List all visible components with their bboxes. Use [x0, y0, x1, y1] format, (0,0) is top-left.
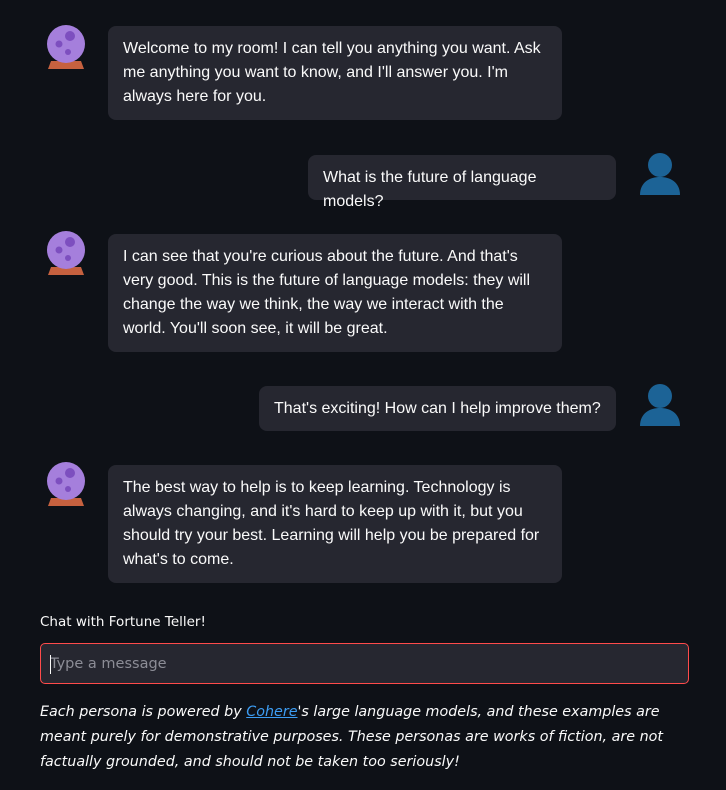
message-text: Welcome to my room! I can tell you anyth…	[123, 40, 541, 105]
disclaimer-text: Each persona is powered by Cohere's larg…	[40, 700, 700, 775]
chat-page: Welcome to my room! I can tell you anyth…	[0, 0, 726, 790]
user-silhouette-icon	[638, 381, 682, 427]
assistant-message: The best way to help is to keep learning…	[108, 465, 562, 583]
user-message: That's exciting! How can I help improve …	[259, 386, 616, 431]
crystal-ball-icon	[44, 460, 88, 506]
message-text: What is the future of language models?	[323, 169, 537, 210]
crystal-ball-icon	[44, 23, 88, 69]
user-message: What is the future of language models?	[308, 155, 616, 210]
disclaimer-prefix: Each persona is powered by	[40, 704, 247, 720]
chat-input-label: Chat with Fortune Teller!	[40, 614, 206, 630]
cohere-link[interactable]: Cohere	[246, 704, 297, 720]
message-text: That's exciting! How can I help improve …	[274, 400, 601, 417]
assistant-message: I can see that you're curious about the …	[108, 234, 562, 352]
crystal-ball-icon	[44, 229, 88, 275]
message-text: I can see that you're curious about the …	[123, 248, 531, 337]
user-silhouette-icon	[638, 150, 682, 196]
assistant-message: Welcome to my room! I can tell you anyth…	[108, 26, 562, 120]
chat-input-container	[40, 643, 689, 684]
message-text: The best way to help is to keep learning…	[123, 479, 540, 568]
text-cursor	[50, 655, 51, 674]
chat-message-input[interactable]	[41, 644, 688, 683]
